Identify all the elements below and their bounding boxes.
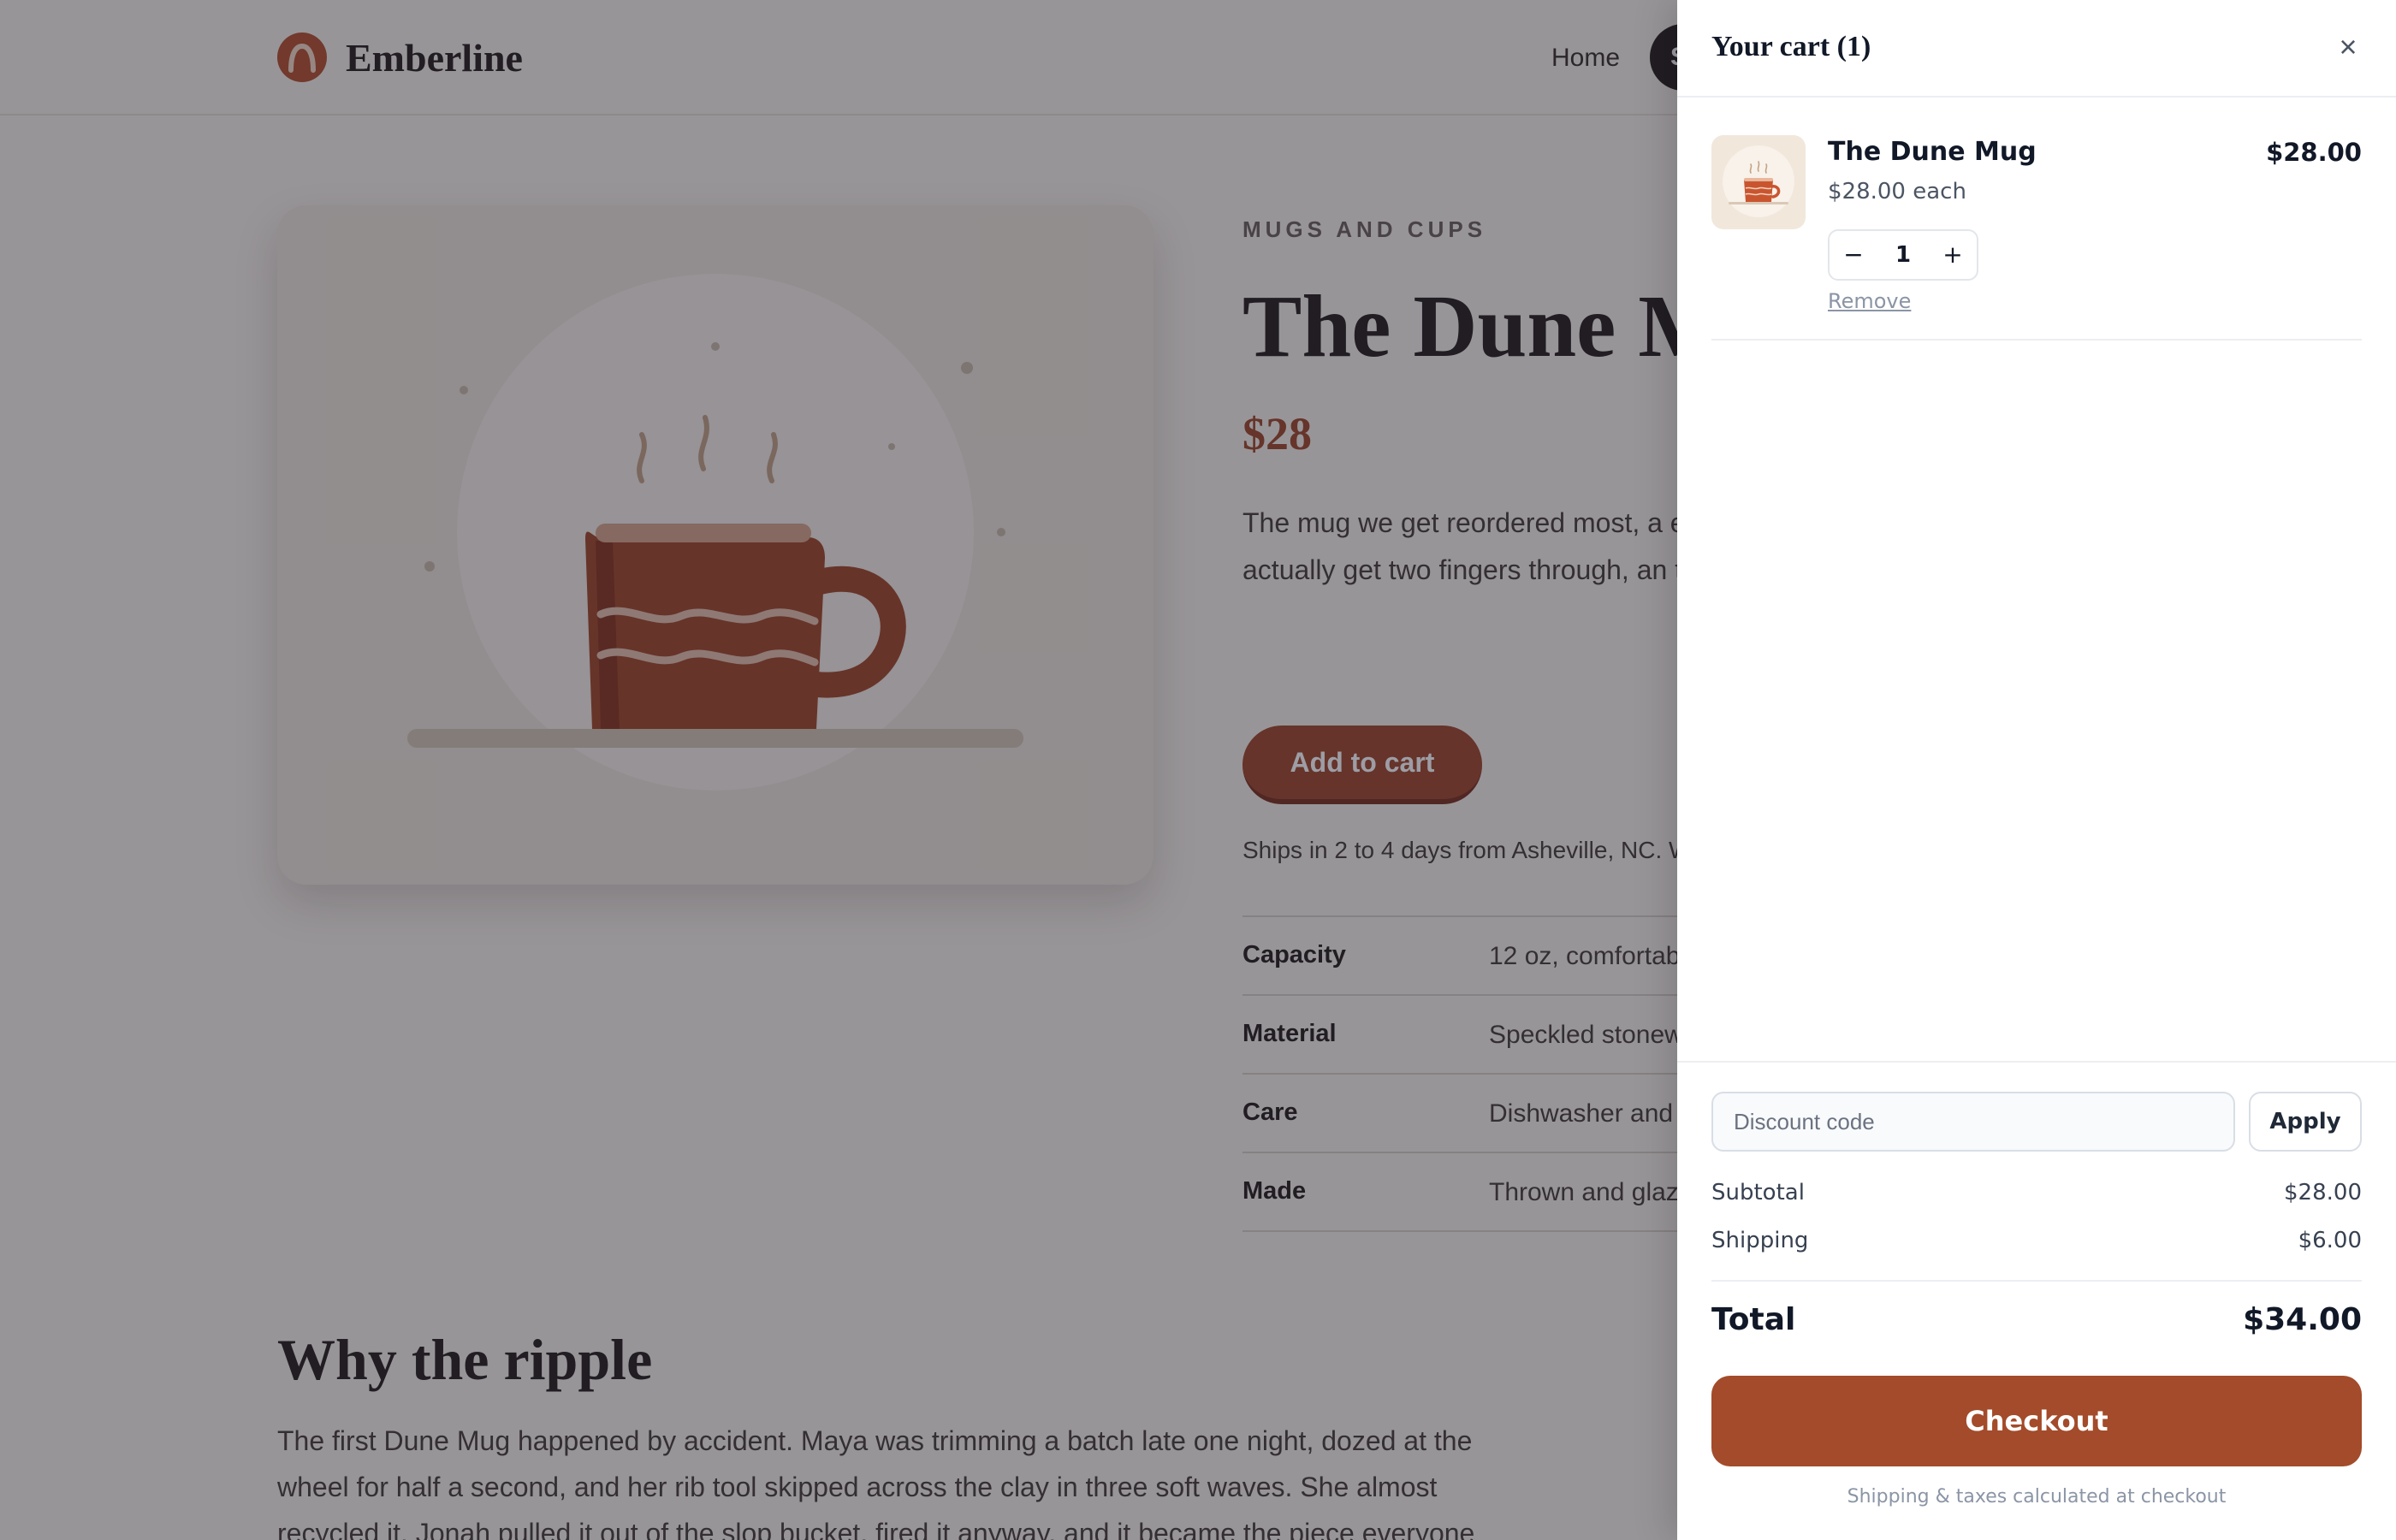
apply-discount-button[interactable]: Apply [2249,1092,2362,1152]
subtotal-value: $28.00 [2284,1180,2362,1205]
increase-quantity-button[interactable]: + [1929,231,1977,279]
cart-item-line-total: $28.00 [2266,138,2362,167]
discount-code-input[interactable] [1711,1092,2235,1152]
cart-item-unit-price: $28.00 each [1828,179,1966,204]
cart-drawer: Your cart (1) × The Dune Mug $28.00 each… [1677,0,2396,1540]
mug-thumbnail-icon [1723,145,1794,217]
cart-line-item: The Dune Mug $28.00 each $28.00 − 1 + Re… [1711,135,2362,341]
shipping-label: Shipping [1711,1228,1809,1253]
close-icon[interactable]: × [2326,26,2370,70]
cart-title: Your cart (1) [1711,31,1871,62]
cart-summary: Apply Subtotal $28.00 Shipping $6.00 Tot… [1677,1061,2396,1540]
checkout-button[interactable]: Checkout [1711,1376,2362,1466]
decrease-quantity-button[interactable]: − [1830,231,1877,279]
cart-item-name: The Dune Mug [1828,137,2037,167]
quantity-stepper: − 1 + [1828,229,1978,281]
checkout-note: Shipping & taxes calculated at checkout [1847,1486,2227,1507]
total-row: Total $34.00 [1711,1299,2362,1342]
shipping-value: $6.00 [2298,1228,2362,1253]
total-label: Total [1711,1302,1796,1337]
remove-item-link[interactable]: Remove [1828,287,1911,315]
total-value: $34.00 [2243,1302,2362,1337]
quantity-value[interactable]: 1 [1877,231,1929,279]
shipping-row: Shipping $6.00 [1711,1223,2362,1258]
cart-header: Your cart (1) × [1677,0,2396,98]
summary-divider [1711,1280,2362,1282]
cart-item-thumbnail [1711,135,1806,229]
subtotal-row: Subtotal $28.00 [1711,1176,2362,1210]
subtotal-label: Subtotal [1711,1180,1805,1205]
